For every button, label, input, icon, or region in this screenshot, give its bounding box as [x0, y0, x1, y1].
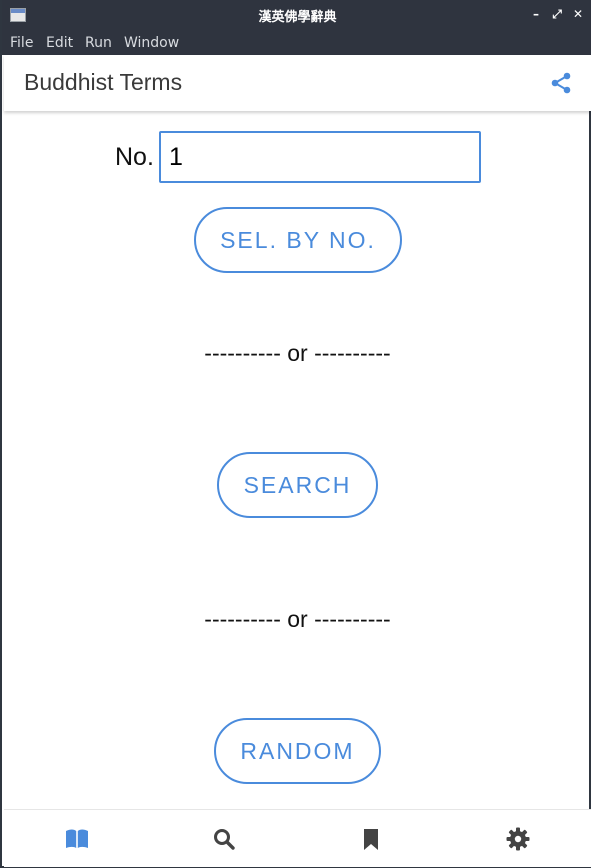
menu-file[interactable]: File [10, 35, 33, 51]
main-content: No. SEL. BY NO. ---------- or ----------… [4, 111, 591, 809]
bookmark-icon[interactable] [358, 826, 384, 852]
app-bar: Buddhist Terms [4, 55, 591, 111]
menu-edit[interactable]: Edit [46, 35, 73, 51]
or-separator: ---------- or ---------- [204, 606, 391, 632]
share-icon[interactable] [549, 71, 573, 95]
app-window: 漢英佛學辭典 – ⤢ ✕ File Edit Run Window Buddhi… [0, 0, 591, 868]
number-input[interactable] [159, 131, 481, 183]
number-label: No. [115, 143, 154, 171]
page-title: Buddhist Terms [24, 69, 183, 95]
search-button[interactable]: SEARCH [217, 452, 378, 518]
or-separator: ---------- or ---------- [204, 340, 391, 366]
window-title: 漢英佛學辭典 [258, 10, 337, 25]
menu-bar: File Edit Run Window [2, 30, 591, 55]
maximize-button[interactable]: ⤢ [550, 7, 564, 21]
bottom-navigation [4, 809, 591, 867]
search-icon[interactable] [211, 826, 237, 852]
random-button[interactable]: RANDOM [214, 718, 381, 784]
gear-icon[interactable] [505, 826, 531, 852]
close-button[interactable]: ✕ [571, 7, 585, 21]
minimize-button[interactable]: – [529, 7, 543, 21]
menu-window[interactable]: Window [124, 35, 179, 51]
menu-run[interactable]: Run [85, 35, 112, 51]
select-by-number-button[interactable]: SEL. BY NO. [194, 207, 402, 273]
book-icon[interactable] [64, 826, 90, 852]
title-bar: 漢英佛學辭典 – ⤢ ✕ [2, 0, 591, 30]
